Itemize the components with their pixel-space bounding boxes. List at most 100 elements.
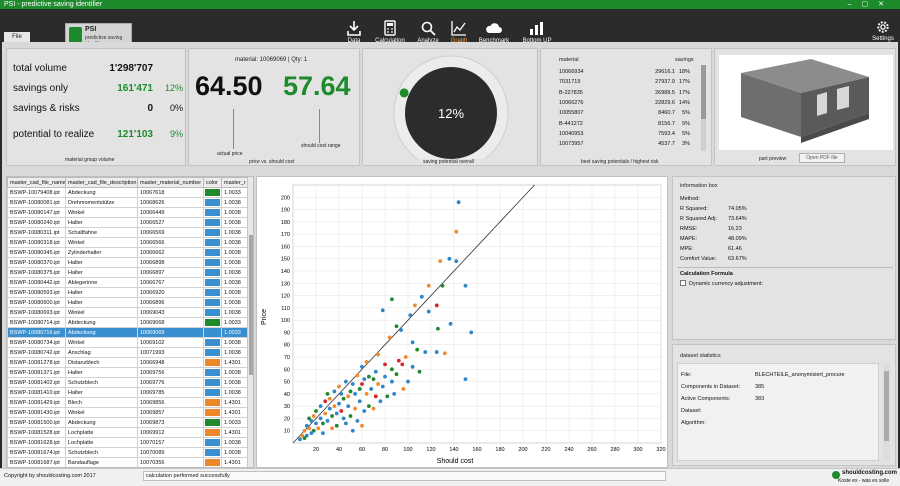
table-row[interactable]: BSWP-10080716.ipt Abdeckung 10069069 1.0033 — [7, 327, 248, 338]
table-row[interactable]: BSWP-10081674.ipt Schutzblech 10070089 1.00… — [7, 447, 248, 458]
scatter-point[interactable] — [346, 394, 351, 399]
scatter-point[interactable] — [373, 394, 378, 399]
scatter-point[interactable] — [454, 229, 459, 234]
savings-row[interactable]: 10040953 7593.4 5% — [559, 129, 694, 139]
column-header[interactable]: color — [203, 177, 222, 188]
scatter-point[interactable] — [302, 428, 307, 433]
scatter-point[interactable] — [353, 406, 357, 411]
scatter-point[interactable] — [334, 423, 339, 428]
scatter-point[interactable] — [463, 377, 468, 382]
scatter-point[interactable] — [380, 384, 385, 389]
scatter-point[interactable] — [376, 352, 380, 357]
scatter-point[interactable] — [373, 369, 378, 374]
table-row[interactable]: BSWP-10080375.ipt Halter 10066897 1.0038 — [7, 267, 248, 278]
scatter-point[interactable] — [434, 350, 439, 354]
scatter-point[interactable] — [316, 426, 321, 431]
scatter-point[interactable] — [436, 326, 440, 331]
table-vertical-scrollbar[interactable] — [247, 177, 253, 467]
scatter-point[interactable] — [357, 399, 362, 404]
scatter-point[interactable] — [300, 433, 305, 438]
table-row[interactable]: BSWP-10080734.ipt Winkel 10069102 1.0038 — [7, 337, 248, 348]
scatter-point[interactable] — [406, 379, 410, 384]
scatter-point[interactable] — [387, 335, 392, 340]
scatter-point[interactable] — [341, 416, 346, 421]
scatter-point[interactable] — [410, 340, 415, 345]
scatter-point[interactable] — [318, 404, 323, 409]
savings-row[interactable]: 10066934 29616.1 18% — [559, 67, 694, 77]
scatter-point[interactable] — [390, 379, 394, 384]
table-row[interactable]: BSWP-10080147.ipt Winkel 10066449 1.0038 — [7, 207, 248, 218]
savings-row[interactable]: B-441272 8156.7 5% — [559, 118, 694, 128]
material-table[interactable]: master_cad_file_name master_cad_file_desc… — [7, 177, 248, 467]
scatter-point[interactable] — [355, 418, 360, 423]
table-row[interactable]: BSWP-10080311.ipt Schaltfahne 10066569 1.00… — [7, 227, 248, 238]
scatter-point[interactable] — [392, 391, 397, 396]
column-header[interactable]: master_material_number — [137, 177, 204, 188]
savings-row[interactable]: 10055807 8460.7 5% — [559, 108, 694, 118]
scatter-point[interactable] — [348, 414, 353, 418]
scatter-point[interactable] — [376, 382, 380, 386]
savings-row[interactable]: B-227835 26988.5 17% — [559, 88, 694, 98]
scatter-point[interactable] — [400, 362, 405, 367]
scatter-point[interactable] — [325, 391, 330, 396]
table-row[interactable]: BSWP-10081628.ipt Lochplatte 10070157 1.003… — [7, 437, 248, 448]
scatter-point[interactable] — [385, 394, 390, 399]
scatter-point[interactable] — [440, 283, 445, 288]
scatter-point[interactable] — [357, 387, 362, 391]
scatter-point[interactable] — [309, 431, 314, 436]
table-row[interactable]: BSWP-10080600.ipt Halter 10066896 1.0038 — [7, 297, 248, 308]
column-header[interactable]: master_cad_file_name — [7, 177, 66, 188]
scatter-point[interactable] — [390, 297, 394, 302]
table-row[interactable]: BSWP-10081500.ipt Abdeckung 10069873 1.0033 — [7, 417, 248, 428]
dataset-scrollbar[interactable] — [883, 363, 890, 461]
scatter-point[interactable] — [448, 321, 453, 326]
table-row[interactable]: BSWP-10080318.ipt Winkel 10066566 1.0038 — [7, 237, 248, 248]
savings-row[interactable]: 10066276 22829.6 14% — [559, 98, 694, 108]
scatter-point[interactable] — [334, 411, 339, 416]
scatter-point[interactable] — [419, 294, 424, 299]
table-row[interactable]: BSWP-10081687.ipt Bandauflage 10070356 1.43… — [7, 457, 248, 467]
scatter-point[interactable] — [369, 387, 374, 391]
scatter-point[interactable] — [390, 367, 394, 372]
table-row[interactable]: BSWP-10081430.ipt Winkel 10069857 1.4301 — [7, 407, 248, 418]
scatter-point[interactable] — [337, 401, 341, 406]
scatter-point[interactable] — [344, 421, 348, 426]
table-row[interactable]: BSWP-10080081.ipt Drehmomentstütze 1006862… — [7, 197, 248, 208]
table-row[interactable]: BSWP-10080240.ipt Halter 10066527 1.0038 — [7, 217, 248, 228]
scatter-point[interactable] — [423, 350, 428, 354]
scatter-point[interactable] — [410, 364, 415, 369]
scatter-point[interactable] — [456, 200, 461, 205]
scatter-point[interactable] — [321, 421, 325, 426]
scatter-point[interactable] — [417, 369, 422, 374]
scatter-point[interactable] — [380, 308, 385, 313]
scatter-point[interactable] — [362, 377, 367, 382]
table-row[interactable]: BSWP-10080593.ipt Halter 10066920 1.0038 — [7, 287, 248, 298]
table-row[interactable]: BSWP-10079408.ipt Abdeckung 10067618 1.0033 — [7, 187, 248, 198]
scatter-point[interactable] — [327, 406, 332, 411]
scatter-point[interactable] — [383, 362, 387, 367]
scatter-point[interactable] — [314, 409, 318, 413]
table-row[interactable]: BSWP-10080742.ipt Anschlag 10071993 1.0038 — [7, 347, 248, 358]
scatter-point[interactable] — [330, 414, 334, 418]
window-controls[interactable]: –▢✕ — [848, 0, 894, 9]
scatter-chart[interactable]: 20 40 60 80 100 120 140 160 180 200 220 240 260 280 30… — [257, 177, 669, 469]
scatter-point[interactable] — [403, 355, 408, 359]
scatter-point[interactable] — [383, 374, 387, 379]
scatter-point[interactable] — [323, 411, 328, 416]
scatter-point[interactable] — [367, 404, 371, 409]
table-row[interactable]: BSWP-10081528.ipt Lochplatte 10069912 1.430… — [7, 427, 248, 438]
table-row[interactable]: BSWP-10080693.ipt Winkel 10069043 1.0038 — [7, 307, 248, 318]
scatter-point[interactable] — [314, 421, 318, 426]
scatter-point[interactable] — [353, 391, 357, 396]
scatter-point[interactable] — [344, 379, 348, 384]
scatter-point[interactable] — [447, 256, 452, 261]
scatter-point[interactable] — [426, 283, 431, 288]
open-pdf-button[interactable]: Open PDF file — [799, 153, 845, 163]
table-row[interactable]: BSWP-10081429.ipt Blech 10069856 1.4301 — [7, 397, 248, 408]
scatter-point[interactable] — [442, 351, 447, 356]
scatter-point[interactable] — [362, 409, 367, 413]
part-preview-image[interactable] — [719, 55, 893, 150]
scatter-point[interactable] — [360, 382, 364, 386]
scatter-point[interactable] — [438, 259, 443, 264]
savings-list[interactable]: 10066934 29616.1 18% 7031719 27937.9 17% B-227… — [541, 49, 701, 151]
